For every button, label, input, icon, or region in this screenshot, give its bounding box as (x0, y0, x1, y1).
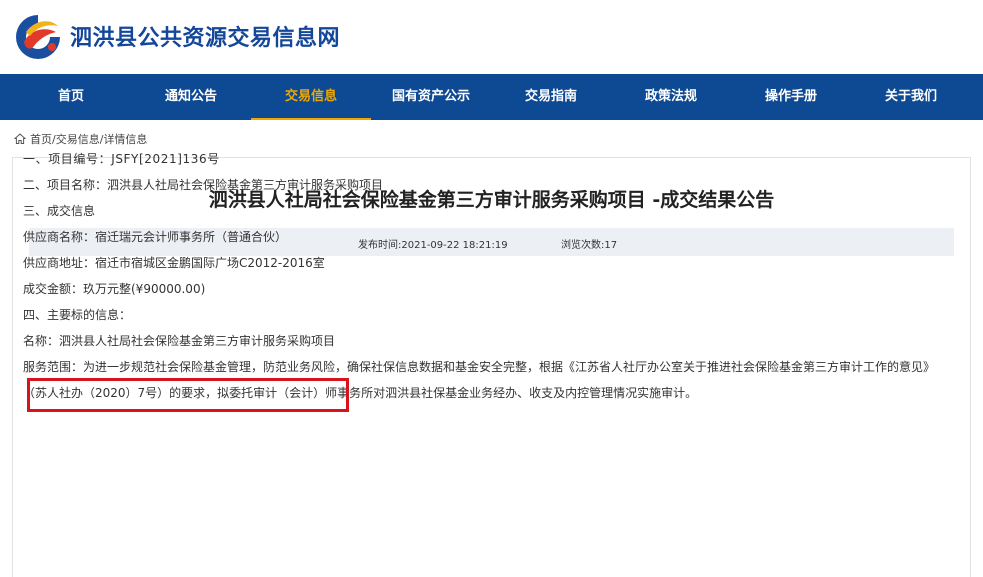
breadcrumb-home[interactable]: 首页/ (30, 131, 56, 147)
subject-name-line: 名称：泗洪县人社局社会保险基金第三方审计服务采购项目 (23, 334, 336, 348)
article-body: 一、项目编号：JSFY[2021]136号 二、项目名称：泗洪县人社局社会保险基… (23, 146, 943, 406)
project-number-line: 一、项目编号：JSFY[2021]136号 (23, 152, 220, 166)
supplier-address-line: 供应商地址：宿迁市宿城区金鹏国际广场C2012-2016室 (23, 256, 325, 270)
project-name-line: 二、项目名称：泗洪县人社局社会保险基金第三方审计服务采购项目 (23, 178, 384, 192)
award-info-heading: 三、成交信息 (23, 204, 96, 218)
award-amount-line: 成交金额：玖万元整(¥90000.00) (23, 282, 206, 296)
home-icon (14, 133, 26, 144)
supplier-name-line: 供应商名称：宿迁瑞元会计师事务所（普通合伙） (23, 230, 288, 244)
nav-item-about[interactable]: 关于我们 (851, 74, 971, 120)
breadcrumb-current: 详情信息 (103, 133, 148, 146)
site-header: 泗洪县公共资源交易信息网 (0, 0, 983, 74)
nav-item-guide[interactable]: 交易指南 (491, 74, 611, 120)
nav-item-state-assets[interactable]: 国有资产公示 (371, 74, 491, 120)
breadcrumb-section[interactable]: 交易信息/ (56, 131, 104, 147)
nav-item-transactions[interactable]: 交易信息 (251, 74, 371, 120)
nav-item-policies[interactable]: 政策法规 (611, 74, 731, 120)
logo-mark-icon[interactable] (12, 12, 64, 62)
nav-item-notices[interactable]: 通知公告 (131, 74, 251, 120)
nav-item-home[interactable]: 首页 (11, 74, 131, 120)
subject-info-heading: 四、主要标的信息： (23, 308, 132, 322)
main-nav: 首页 通知公告 交易信息 国有资产公示 交易指南 政策法规 操作手册 关于我们 (0, 74, 983, 120)
site-title[interactable]: 泗洪县公共资源交易信息网 (70, 20, 340, 52)
breadcrumb: 首页/ 交易信息/ 详情信息 (14, 131, 147, 147)
nav-item-manual[interactable]: 操作手册 (731, 74, 851, 120)
service-scope-paragraph: 服务范围：为进一步规范社会保险基金管理，防范业务风险，确保社保信息数据和基金安全… (23, 360, 936, 400)
